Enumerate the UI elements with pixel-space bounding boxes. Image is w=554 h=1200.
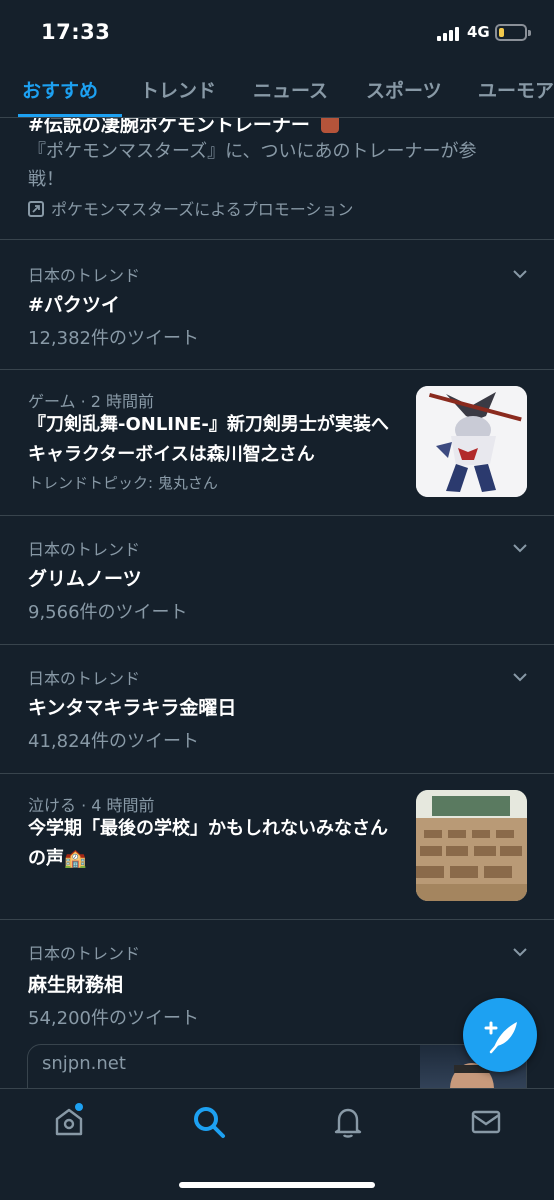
classroom-photo-icon — [416, 790, 527, 901]
tab-news[interactable]: ニュース — [253, 76, 328, 103]
network-type: 4G — [467, 23, 490, 41]
character-illustration-icon — [416, 386, 527, 497]
news-thumbnail — [416, 386, 527, 497]
news-topic: トレンドトピック: 鬼丸さん — [28, 474, 218, 492]
search-icon[interactable] — [192, 1105, 226, 1139]
trend-context: 日本のトレンド — [28, 266, 141, 285]
tab-sports[interactable]: スポーツ — [366, 76, 442, 103]
news-item[interactable]: ゲーム · 2 時間前 『刀剣乱舞-ONLINE-』新刀剣男士が実装へ キャラク… — [0, 370, 554, 516]
promoted-icon — [28, 201, 44, 217]
trend-name: キンタマキラキラ金曜日 — [28, 697, 237, 719]
active-tab-indicator — [18, 114, 122, 117]
explore-tabs: おすすめ トレンド ニュース スポーツ ユーモア — [0, 62, 554, 118]
tab-trends[interactable]: トレンド — [140, 76, 216, 103]
news-thumbnail — [416, 790, 527, 901]
chevron-down-icon[interactable] — [512, 540, 528, 556]
promoted-by: ポケモンマスターズによるプロモーション — [28, 196, 353, 220]
promoted-trend-description: 『ポケモンマスターズ』に、ついにあのトレーナーが参戦！ — [28, 141, 477, 190]
trend-item[interactable]: 日本のトレンド キンタマキラキラ金曜日 41,824件のツイート — [0, 645, 554, 774]
chevron-down-icon[interactable] — [512, 944, 528, 960]
news-item[interactable]: 泣ける · 4 時間前 今学期「最後の学校」かもしれないみなさんの声🏫 — [0, 774, 554, 920]
chevron-down-icon[interactable] — [512, 266, 528, 282]
news-headline: 今学期「最後の学校」かもしれないみなさんの声🏫 — [28, 818, 388, 869]
news-context: ゲーム · 2 時間前 — [28, 392, 155, 411]
compose-tweet-button[interactable] — [463, 998, 537, 1072]
mail-icon[interactable] — [469, 1105, 503, 1139]
signal-icon — [437, 27, 463, 41]
status-bar: 17:33 4G — [0, 0, 554, 62]
trend-tweet-count: 41,824件のツイート — [28, 731, 199, 752]
trend-name: #パクツイ — [28, 294, 120, 316]
news-context: 泣ける · 4 時間前 — [28, 796, 155, 815]
news-headline: 『刀剣乱舞-ONLINE-』新刀剣男士が実装へ キャラクターボイスは森川智之さん — [28, 414, 389, 465]
trend-context: 日本のトレンド — [28, 669, 141, 688]
pokeball-emoji-icon — [320, 118, 339, 133]
link-domain: snjpn.net — [42, 1053, 126, 1074]
trend-tweet-count: 9,566件のツイート — [28, 602, 188, 623]
tab-recommended[interactable]: おすすめ — [22, 76, 98, 103]
trend-tweet-count: 12,382件のツイート — [28, 328, 199, 349]
status-time: 17:33 — [41, 20, 111, 44]
home-notification-dot — [75, 1103, 83, 1111]
battery-icon — [495, 24, 531, 41]
link-card[interactable]: snjpn.net — [27, 1044, 527, 1088]
chevron-down-icon[interactable] — [512, 669, 528, 685]
promoted-by-text: ポケモンマスターズによるプロモーション — [51, 200, 354, 219]
compose-feather-icon — [484, 1021, 517, 1054]
trend-context: 日本のトレンド — [28, 540, 141, 559]
trend-item[interactable]: 日本のトレンド #パクツイ 12,382件のツイート — [0, 240, 554, 370]
promoted-trend[interactable]: #伝説の凄腕ポケモントレーナー 『ポケモンマスターズ』に、ついにあのトレーナーが… — [0, 118, 554, 240]
trend-tweet-count: 54,200件のツイート — [28, 1008, 199, 1029]
trend-name: 麻生財務相 — [28, 974, 124, 996]
trends-feed: #伝説の凄腕ポケモントレーナー 『ポケモンマスターズ』に、ついにあのトレーナーが… — [0, 118, 554, 1088]
promoted-trend-title-text: #伝説の凄腕ポケモントレーナー — [28, 118, 310, 136]
home-indicator[interactable] — [179, 1182, 375, 1188]
bell-icon[interactable] — [331, 1105, 365, 1139]
trend-item[interactable]: 日本のトレンド グリムノーツ 9,566件のツイート — [0, 516, 554, 645]
promoted-trend-title: #伝説の凄腕ポケモントレーナー — [28, 118, 339, 137]
tab-humor[interactable]: ユーモア — [478, 76, 554, 103]
trend-context: 日本のトレンド — [28, 944, 141, 963]
trend-name: グリムノーツ — [28, 568, 142, 590]
